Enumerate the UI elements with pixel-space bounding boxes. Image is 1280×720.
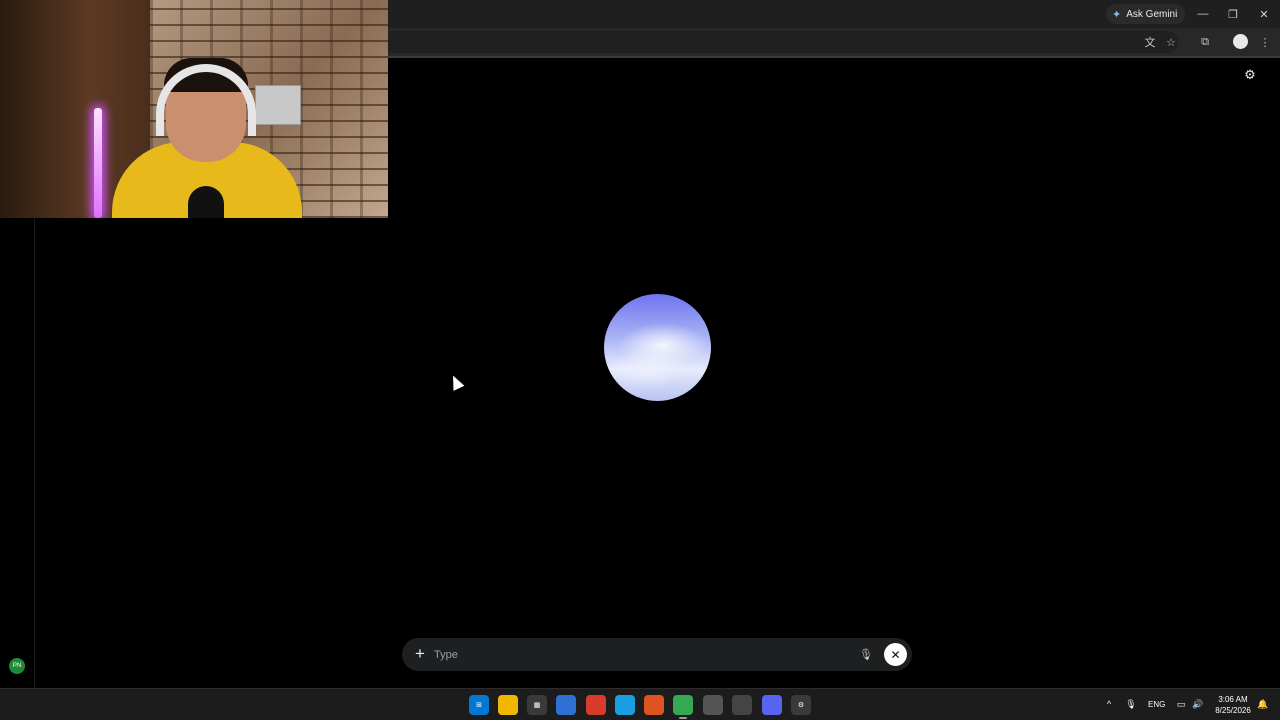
clock-time: 3:06 AM	[1218, 695, 1248, 704]
mic-off-icon[interactable]: 🎙	[858, 646, 874, 662]
end-session-button[interactable]: ✕	[884, 643, 907, 666]
ask-gemini-label: Ask Gemini	[1126, 8, 1178, 20]
add-icon[interactable]: +	[412, 645, 428, 662]
gear-icon[interactable]: ⚙	[791, 695, 811, 715]
chrome-icon[interactable]	[673, 695, 693, 719]
address-bar[interactable]	[388, 31, 1178, 53]
more-vert-icon[interactable]: ⋮	[1256, 33, 1274, 51]
clock[interactable]: 3:06 AM 8/25/2026	[1208, 694, 1258, 716]
translate-icon[interactable]: 文	[1141, 33, 1159, 51]
webcam-overlay	[0, 0, 388, 218]
clock-date: 8/25/2026	[1215, 706, 1251, 715]
microphone-icon[interactable]: 🎙	[1124, 697, 1138, 711]
network-icon[interactable]: ▭	[1174, 697, 1188, 711]
settings-alt-icon[interactable]	[732, 695, 752, 715]
start-icon[interactable]: ⊞	[469, 695, 489, 715]
webcam-neon-light	[94, 108, 102, 218]
chevron-up-icon[interactable]: ^	[1102, 697, 1116, 711]
sparkle-icon: ✦	[1112, 8, 1122, 21]
notepad-icon[interactable]	[556, 695, 576, 715]
minimize-icon[interactable]: —	[1192, 4, 1214, 24]
volume-icon[interactable]: 🔊	[1191, 697, 1205, 711]
chat-text-input[interactable]	[434, 645, 854, 664]
tune-icon[interactable]: ⚙	[1242, 67, 1258, 83]
video-editor-icon[interactable]	[586, 695, 606, 715]
restore-icon[interactable]: ❐	[1222, 4, 1244, 24]
store-icon[interactable]: ▦	[527, 695, 547, 715]
brave-icon[interactable]	[644, 695, 664, 715]
edge-icon[interactable]	[615, 695, 635, 715]
left-rail-divider	[34, 218, 35, 688]
camera-icon[interactable]	[703, 695, 723, 715]
windows-taskbar: ⊞ ▦ ⚙ ^ 🎙 ENG ▭ 🔊 3:06 AM 8/25/2026 🔔	[0, 688, 1280, 720]
file-explorer-icon[interactable]	[498, 695, 518, 715]
ask-gemini-button[interactable]: ✦ Ask Gemini	[1106, 4, 1186, 24]
language-indicator[interactable]: ENG	[1148, 700, 1165, 709]
live-voice-orb	[604, 294, 711, 401]
profile-icon[interactable]	[1233, 34, 1248, 49]
discord-icon[interactable]	[762, 695, 782, 715]
chat-input-bar: + 🎙 ✕	[402, 638, 912, 671]
extensions-icon[interactable]: ⧉	[1196, 33, 1214, 51]
mouse-cursor-icon	[447, 373, 465, 391]
bookmark-star-icon[interactable]: ☆	[1162, 33, 1180, 51]
notification-icon[interactable]: 🔔	[1256, 697, 1270, 711]
close-icon[interactable]: ✕	[1253, 4, 1275, 24]
webcam-microphone	[188, 186, 224, 218]
webcam-person	[112, 58, 302, 218]
user-avatar[interactable]: PN	[9, 658, 25, 674]
